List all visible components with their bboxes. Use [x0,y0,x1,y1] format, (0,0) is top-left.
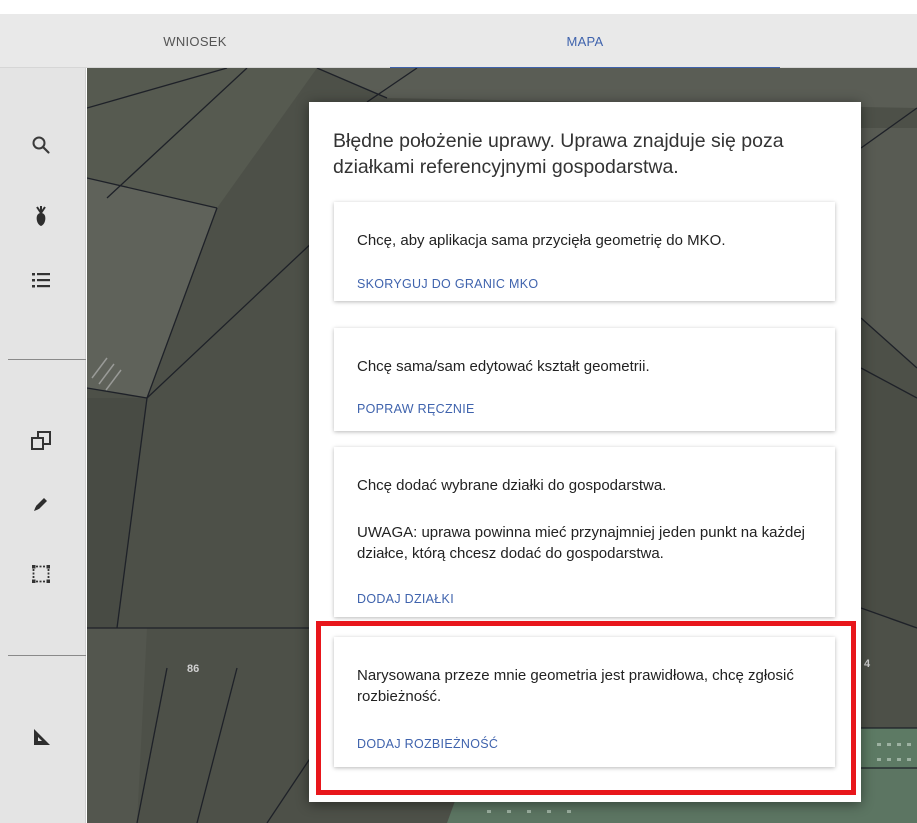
add-discrepancy-button[interactable]: DODAJ ROZBIEŻNOŚĆ [357,737,498,751]
option-card-clip-to-mko: Chcę, aby aplikacja sama przycięła geome… [334,202,835,301]
list-icon[interactable] [26,265,56,295]
search-icon[interactable] [26,130,56,160]
manual-fix-button[interactable]: POPRAW RĘCZNIE [357,402,475,416]
selection-rectangle-icon[interactable] [26,559,56,589]
option-description: Chcę, aby aplikacja sama przycięła geome… [357,232,726,249]
toolbar-divider [8,655,86,656]
add-parcels-button[interactable]: DODAJ DZIAŁKI [357,592,454,606]
dialog-title: Błędne położenie uprawy. Uprawa znajduje… [333,130,784,178]
tab-wniosek-label: WNIOSEK [163,33,227,49]
tab-bar: WNIOSEK MAPA [0,14,917,69]
top-cropped-strip [0,0,917,14]
tab-wniosek[interactable]: WNIOSEK [0,14,390,68]
tab-mapa-label: MAPA [566,33,604,49]
option-description: Narysowana przeze mnie geometria jest pr… [357,667,794,705]
option-card-add-parcels: Chcę dodać wybrane działki do gospodarst… [334,447,835,617]
option-warning-note: UWAGA: uprawa powinna mieć przynajmniej … [357,524,806,562]
option-description: Chcę dodać wybrane działki do gospodarst… [357,477,667,494]
option-description: Chcę sama/sam edytować kształt geometrii… [357,358,650,375]
geometry-error-dialog: Błędne położenie uprawy. Uprawa znajduje… [309,102,861,802]
option-card-manual-edit: Chcę sama/sam edytować kształt geometrii… [334,328,835,431]
ruler-triangle-icon[interactable] [26,722,56,752]
plant-icon[interactable] [26,201,56,231]
copy-layers-icon[interactable] [26,426,56,456]
pencil-icon[interactable] [26,489,56,519]
parcel-number-label: 4 [864,658,871,670]
clip-to-mko-button[interactable]: SKORYGUJ DO GRANIC MKO [357,277,538,291]
tab-mapa[interactable]: MAPA [390,14,780,69]
toolbar-divider [8,359,86,360]
option-card-report-discrepancy: Narysowana przeze mnie geometria jest pr… [334,637,835,767]
map-toolbar [0,68,86,823]
parcel-number-label: 86 [187,663,200,675]
